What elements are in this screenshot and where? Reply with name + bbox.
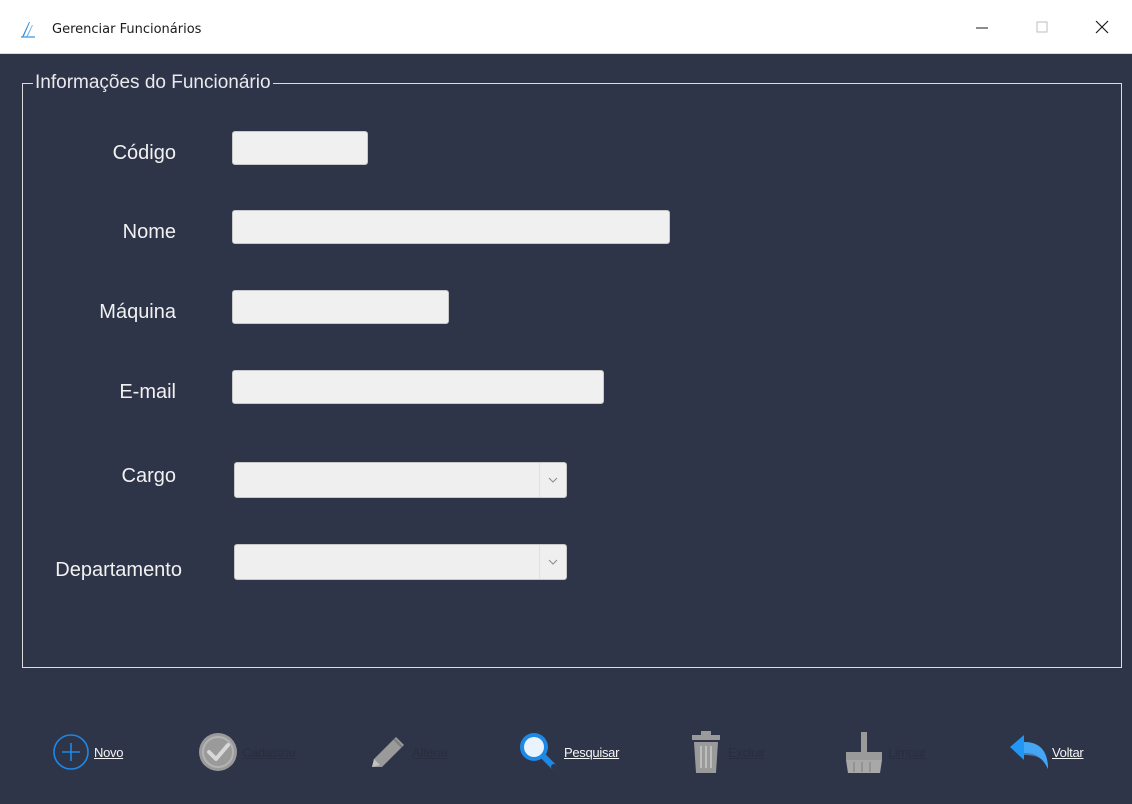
codigo-label: Código [112, 142, 176, 164]
trash-icon [692, 731, 720, 773]
undo-arrow-icon [1010, 735, 1048, 769]
departamento-select[interactable] [234, 544, 567, 580]
maquina-input[interactable] [232, 290, 449, 324]
chevron-down-icon [548, 477, 558, 483]
pencil-icon [372, 737, 404, 767]
alterar-label: Alterar [412, 744, 449, 760]
codigo-input[interactable] [232, 131, 368, 165]
voltar-label: Voltar [1052, 744, 1084, 760]
cargo-dropdown-button[interactable] [539, 463, 566, 497]
minimize-icon [976, 27, 988, 28]
pesquisar-label: Pesquisar [564, 744, 620, 760]
main-panel: Informações do Funcionário Código Nome M… [0, 54, 1132, 804]
voltar-button[interactable]: Voltar [1008, 730, 1084, 774]
nome-label: Nome [122, 221, 176, 243]
departamento-label: Departamento [55, 559, 182, 581]
alterar-button[interactable]: Alterar [364, 730, 449, 774]
maximize-button[interactable] [1012, 0, 1072, 53]
cadastrar-label: Cadastrar [242, 744, 297, 760]
limpar-button[interactable]: Limpar [842, 730, 926, 774]
maximize-icon [1036, 21, 1048, 32]
novo-label: Novo [94, 744, 124, 760]
limpar-label: Limpar [888, 744, 926, 760]
group-legend: Informações do Funcionário [35, 72, 271, 93]
app-icon [21, 22, 35, 38]
pesquisar-button[interactable]: Pesquisar [516, 730, 619, 774]
excluir-label: Excluir [728, 744, 765, 760]
broom-icon [846, 732, 882, 773]
check-circle-icon [199, 733, 237, 771]
maquina-label: Máquina [99, 301, 176, 323]
nome-input[interactable] [232, 210, 670, 244]
novo-button[interactable]: Novo [50, 730, 123, 774]
plus-circle-icon [53, 734, 89, 770]
cadastrar-button[interactable]: Cadastrar [196, 730, 297, 774]
close-button[interactable] [1072, 0, 1132, 53]
email-label: E-mail [119, 381, 176, 403]
window-titlebar: Gerenciar Funcionários [0, 0, 1132, 54]
cargo-label: Cargo [121, 465, 176, 487]
departamento-dropdown-button[interactable] [539, 545, 566, 579]
minimize-button[interactable] [952, 0, 1012, 53]
cargo-select[interactable] [234, 462, 567, 498]
chevron-down-icon [548, 559, 558, 565]
close-icon [1095, 20, 1109, 33]
window-title: Gerenciar Funcionários [52, 22, 202, 37]
magnifier-icon [520, 733, 557, 770]
email-input[interactable] [232, 370, 604, 404]
excluir-button[interactable]: Excluir [690, 730, 765, 774]
